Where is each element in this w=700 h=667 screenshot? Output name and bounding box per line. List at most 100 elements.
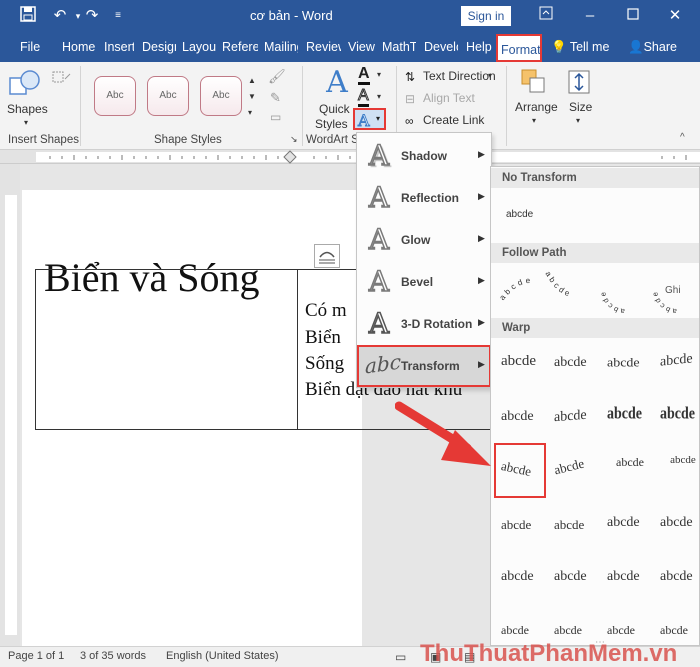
- tab-format[interactable]: Format: [496, 34, 542, 62]
- menu-item-3d-rotation[interactable]: A 3-D Rotation ▶: [357, 303, 491, 345]
- follow-path-circle[interactable]: abcde: [597, 263, 653, 316]
- warp-option[interactable]: abcde: [607, 623, 635, 638]
- customize-toolbar-icon[interactable]: ≡: [108, 6, 128, 26]
- tab-file[interactable]: File: [20, 32, 40, 62]
- tab-mailings[interactable]: Mailings: [264, 32, 298, 62]
- warp-option[interactable]: abcde: [667, 455, 699, 466]
- warp-option[interactable]: abcde: [554, 355, 587, 371]
- minimize-icon[interactable]: –: [580, 6, 600, 26]
- text-direction-icon[interactable]: ⇅: [405, 70, 415, 84]
- warp-option[interactable]: abcde: [660, 623, 688, 638]
- create-link-icon[interactable]: ∞: [405, 114, 414, 128]
- size-icon[interactable]: [566, 68, 592, 96]
- tab-insert[interactable]: Insert: [104, 32, 134, 62]
- text-line[interactable]: Sống: [305, 353, 344, 375]
- shape-outline-icon[interactable]: ✎: [270, 90, 281, 106]
- text-line[interactable]: Có m: [305, 300, 347, 322]
- warp-option[interactable]: abcde: [554, 623, 582, 638]
- warp-option[interactable]: abcde: [553, 456, 586, 479]
- arrange-dropdown-icon[interactable]: ▾: [532, 116, 536, 125]
- warp-option[interactable]: abcde: [554, 517, 584, 533]
- menu-item-shadow[interactable]: A Shadow ▶: [357, 135, 491, 177]
- redo-icon[interactable]: ↷: [82, 6, 102, 26]
- warp-option[interactable]: abcde: [501, 409, 534, 425]
- layout-options-icon[interactable]: [314, 244, 340, 268]
- warp-option[interactable]: abcde: [554, 569, 587, 585]
- warp-option[interactable]: abcde: [501, 517, 531, 533]
- sign-in-button[interactable]: Sign in: [461, 6, 511, 26]
- language-indicator[interactable]: English (United States): [166, 650, 279, 662]
- maximize-icon[interactable]: [623, 6, 643, 26]
- follow-path-arch-down[interactable]: abcde: [541, 263, 601, 313]
- size-dropdown-icon[interactable]: ▾: [576, 116, 580, 125]
- warp-option[interactable]: abcde: [660, 515, 693, 531]
- arrange-button[interactable]: Arrange: [515, 100, 558, 114]
- quick-styles-label-2[interactable]: Styles: [315, 117, 348, 131]
- warp-option[interactable]: abcde: [607, 357, 640, 371]
- text-direction-button[interactable]: Text Direction: [423, 69, 496, 83]
- warp-option[interactable]: abcde: [607, 405, 642, 424]
- warp-option[interactable]: abcde: [501, 569, 534, 585]
- tab-mathtype[interactable]: MathType: [382, 32, 416, 62]
- tab-references[interactable]: References: [222, 32, 258, 62]
- tab-developer[interactable]: Developer: [424, 32, 458, 62]
- close-icon[interactable]: ✕: [665, 6, 685, 26]
- ribbon-display-options-icon[interactable]: [536, 6, 556, 26]
- word-count[interactable]: 3 of 35 words: [80, 650, 146, 662]
- text-outline-dropdown-icon[interactable]: ▾: [377, 92, 381, 101]
- quick-styles-icon[interactable]: A: [320, 66, 354, 100]
- edit-shape-icon[interactable]: [52, 70, 72, 84]
- warp-option[interactable]: abcde: [554, 408, 587, 426]
- shape-fill-icon[interactable]: 🖌: [268, 68, 286, 85]
- follow-path-button[interactable]: abcdeGhi: [650, 263, 699, 316]
- tab-view[interactable]: View: [348, 32, 376, 62]
- read-mode-icon[interactable]: ▭: [395, 650, 406, 664]
- undo-icon[interactable]: ↶: [50, 6, 70, 26]
- warp-option[interactable]: abcde: [607, 569, 640, 585]
- text-direction-dropdown-icon[interactable]: ▾: [488, 71, 492, 80]
- styles-scroll-down-icon[interactable]: ▼: [248, 92, 256, 101]
- tab-help[interactable]: Help: [466, 32, 494, 62]
- shapes-icon[interactable]: [8, 68, 42, 102]
- page-count[interactable]: Page 1 of 1: [8, 650, 64, 662]
- warp-option[interactable]: abcde: [660, 405, 695, 424]
- text-outline-icon[interactable]: A: [358, 87, 369, 107]
- shape-effects-icon[interactable]: ▭: [270, 110, 281, 124]
- create-link-button[interactable]: Create Link: [423, 113, 484, 127]
- tab-design[interactable]: Design: [142, 32, 176, 62]
- save-icon[interactable]: [18, 6, 38, 26]
- menu-item-transform[interactable]: abc Transform ▶: [357, 345, 491, 387]
- arrange-icon[interactable]: [520, 68, 548, 96]
- warp-option[interactable]: abcde: [607, 515, 640, 531]
- warp-option[interactable]: abcde: [501, 353, 536, 370]
- shapes-label[interactable]: Shapes: [7, 102, 48, 116]
- text-fill-icon[interactable]: A: [358, 66, 370, 85]
- tab-layout[interactable]: Layout: [182, 32, 216, 62]
- tell-me-search[interactable]: 💡 Tell me: [551, 32, 609, 62]
- menu-item-glow[interactable]: A Glow ▶: [357, 219, 491, 261]
- quick-styles-label-1[interactable]: Quick: [319, 102, 350, 116]
- menu-item-bevel[interactable]: A Bevel ▶: [357, 261, 491, 303]
- share-button[interactable]: 👤Share: [628, 32, 677, 62]
- shape-style-3[interactable]: Abc: [200, 76, 242, 116]
- no-transform-option[interactable]: abcde: [506, 209, 533, 220]
- warp-option[interactable]: abcde: [660, 351, 693, 370]
- text-line[interactable]: Biển: [305, 327, 341, 349]
- shape-style-1[interactable]: Abc: [94, 76, 136, 116]
- styles-scroll-up-icon[interactable]: ▲: [248, 76, 256, 85]
- shapes-dropdown-icon[interactable]: ▾: [24, 118, 28, 127]
- shape-styles-launcher-icon[interactable]: ↘: [290, 134, 298, 145]
- text-fill-dropdown-icon[interactable]: ▾: [377, 70, 381, 79]
- styles-more-icon[interactable]: ▾: [248, 108, 252, 117]
- menu-item-reflection[interactable]: A Reflection ▶: [357, 177, 491, 219]
- shape-style-2[interactable]: Abc: [147, 76, 189, 116]
- warp-option[interactable]: abcde: [501, 623, 529, 638]
- warp-option[interactable]: abcde: [615, 456, 645, 468]
- warp-option[interactable]: abcde: [660, 569, 693, 585]
- size-button[interactable]: Size: [569, 100, 592, 114]
- text-effects-button[interactable]: A ▾: [353, 108, 386, 131]
- collapse-ribbon-icon[interactable]: ^: [680, 132, 685, 143]
- tab-review[interactable]: Review: [306, 32, 341, 62]
- horizontal-ruler[interactable]: [0, 150, 700, 164]
- tab-home[interactable]: Home: [62, 32, 96, 62]
